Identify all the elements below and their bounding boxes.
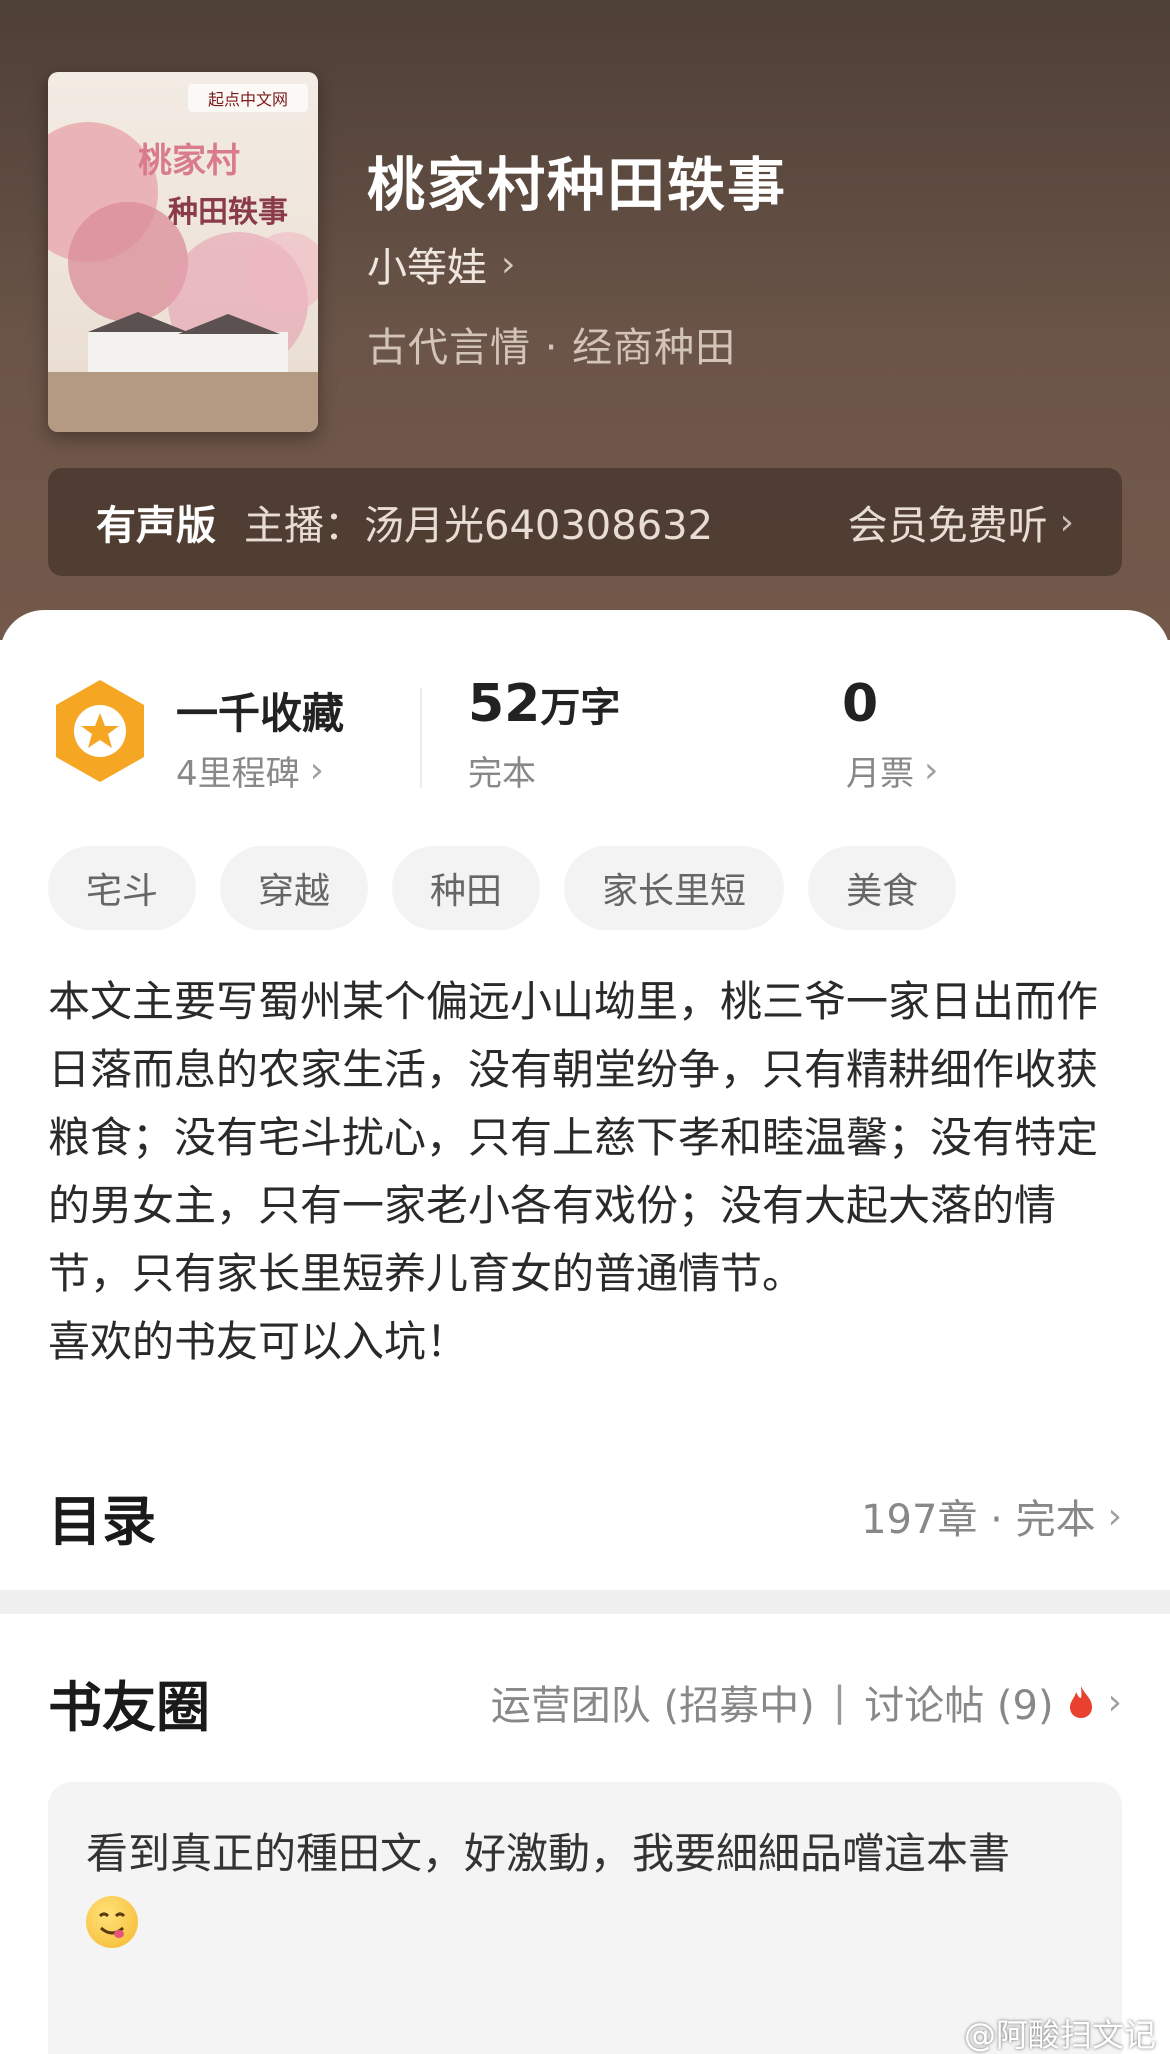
milestone-badge-icon — [56, 680, 144, 782]
monthly-ticket-count: 0 — [842, 674, 878, 734]
toc-title: 目录 — [48, 1489, 156, 1553]
milestone-count: 4里程碑 — [176, 754, 300, 794]
fire-icon — [1069, 1686, 1092, 1718]
tag-chip[interactable]: 穿越 — [220, 846, 369, 930]
milestone-link[interactable]: 4里程碑 › — [176, 746, 324, 795]
stats-row: 一千收藏 4里程碑 › 52万字 完本 0 月票 › — [0, 670, 1170, 800]
chevron-right-icon: › — [309, 750, 325, 791]
tag-chip[interactable]: 种田 — [392, 846, 541, 930]
book-cover[interactable]: 起点中文网 桃家村 种田轶事 — [48, 72, 318, 432]
stats-divider — [420, 688, 422, 788]
completion-status: 完本 — [468, 754, 536, 794]
tag-chip[interactable]: 宅斗 — [48, 846, 197, 930]
tag-chip[interactable]: 家长里短 — [564, 846, 785, 930]
author-link[interactable]: 小等娃 › — [367, 235, 515, 293]
watermark: @阿酸扫文记 — [963, 2016, 1156, 2054]
yum-emoji-icon — [86, 1896, 138, 1948]
word-count-number: 52 — [468, 674, 541, 734]
monthly-ticket-number: 0 — [842, 674, 879, 734]
tag-list: 宅斗 穿越 种田 家长里短 美食 — [48, 846, 957, 930]
book-detail-card: 一千收藏 4里程碑 › 52万字 完本 0 月票 › 宅斗 穿越 种田 家长里短… — [0, 610, 1170, 1590]
cover-art: 起点中文网 桃家村 种田轶事 — [48, 72, 318, 432]
discussion-link[interactable]: 讨论帖 (9) — [864, 1673, 1053, 1731]
member-free-listen-label: 会员免费听 — [847, 503, 1048, 549]
member-free-listen-link[interactable]: 会员免费听 › — [848, 493, 1074, 551]
chevron-right-icon: › — [924, 750, 939, 791]
book-genre: 古代言情 · 经商种田 — [367, 325, 737, 371]
chevron-right-icon: › — [501, 243, 516, 285]
chevron-right-icon: › — [1107, 1495, 1122, 1537]
description-paragraph: 喜欢的书友可以入坑！ — [48, 1317, 469, 1366]
author-name: 小等娃 — [367, 245, 487, 291]
section-divider — [0, 1590, 1170, 1614]
toc-chapter-count: 197章 · 完本 — [861, 1497, 1096, 1543]
cover-brand: 起点中文网 — [208, 90, 288, 109]
cover-title-line1: 桃家村 — [138, 141, 240, 181]
link-divider: | — [832, 1679, 847, 1725]
toc-info: 197章 · 完本 › — [861, 1487, 1122, 1545]
post-text: 看到真正的種田文，好激動，我要細細品嚐這本書 — [86, 1829, 1011, 1878]
description-paragraph: 本文主要写蜀州某个偏远小山坳里，桃三爷一家日出而作日落而息的农家生活，没有朝堂纷… — [48, 977, 1099, 1298]
book-circle-header: 书友圈 运营团队 (招募中) | 讨论帖 (9) › — [48, 1660, 1122, 1744]
monthly-ticket-label: 月票 — [846, 754, 914, 794]
book-circle-links[interactable]: 运营团队 (招募中) | 讨论帖 (9) › — [491, 1673, 1122, 1731]
milestone-title: 一千收藏 — [176, 689, 345, 738]
chevron-right-icon: › — [1059, 501, 1074, 543]
book-header: 起点中文网 桃家村 种田轶事 桃家村种田轶事 小等娃 › 古代言情 · 经商种田… — [0, 0, 1170, 640]
audio-label: 有声版 — [96, 503, 216, 549]
table-of-contents-row[interactable]: 目录 197章 · 完本 › — [48, 1476, 1122, 1556]
circle-post-card[interactable]: 看到真正的種田文，好激動，我要細細品嚐這本書 — [48, 1782, 1122, 2054]
book-circle-title: 书友圈 — [48, 1675, 210, 1739]
word-count-unit: 万字 — [540, 685, 621, 731]
book-description[interactable]: 本文主要写蜀州某个偏远小山坳里，桃三爷一家日出而作日落而息的农家生活，没有朝堂纷… — [48, 968, 1128, 1376]
cover-title-line2: 种田轶事 — [168, 195, 288, 230]
monthly-ticket-link[interactable]: 月票 › — [846, 746, 938, 795]
tag-chip[interactable]: 美食 — [808, 846, 957, 930]
word-count: 52万字 — [468, 674, 620, 734]
chevron-right-icon: › — [1107, 1681, 1122, 1723]
ops-team-link[interactable]: 运营团队 (招募中) — [491, 1673, 815, 1731]
audio-host: 主播：汤月光640308632 — [244, 503, 714, 549]
book-title: 桃家村种田轶事 — [367, 151, 788, 219]
audio-edition-bar[interactable]: 有声版 主播：汤月光640308632 会员免费听 › — [48, 468, 1122, 576]
